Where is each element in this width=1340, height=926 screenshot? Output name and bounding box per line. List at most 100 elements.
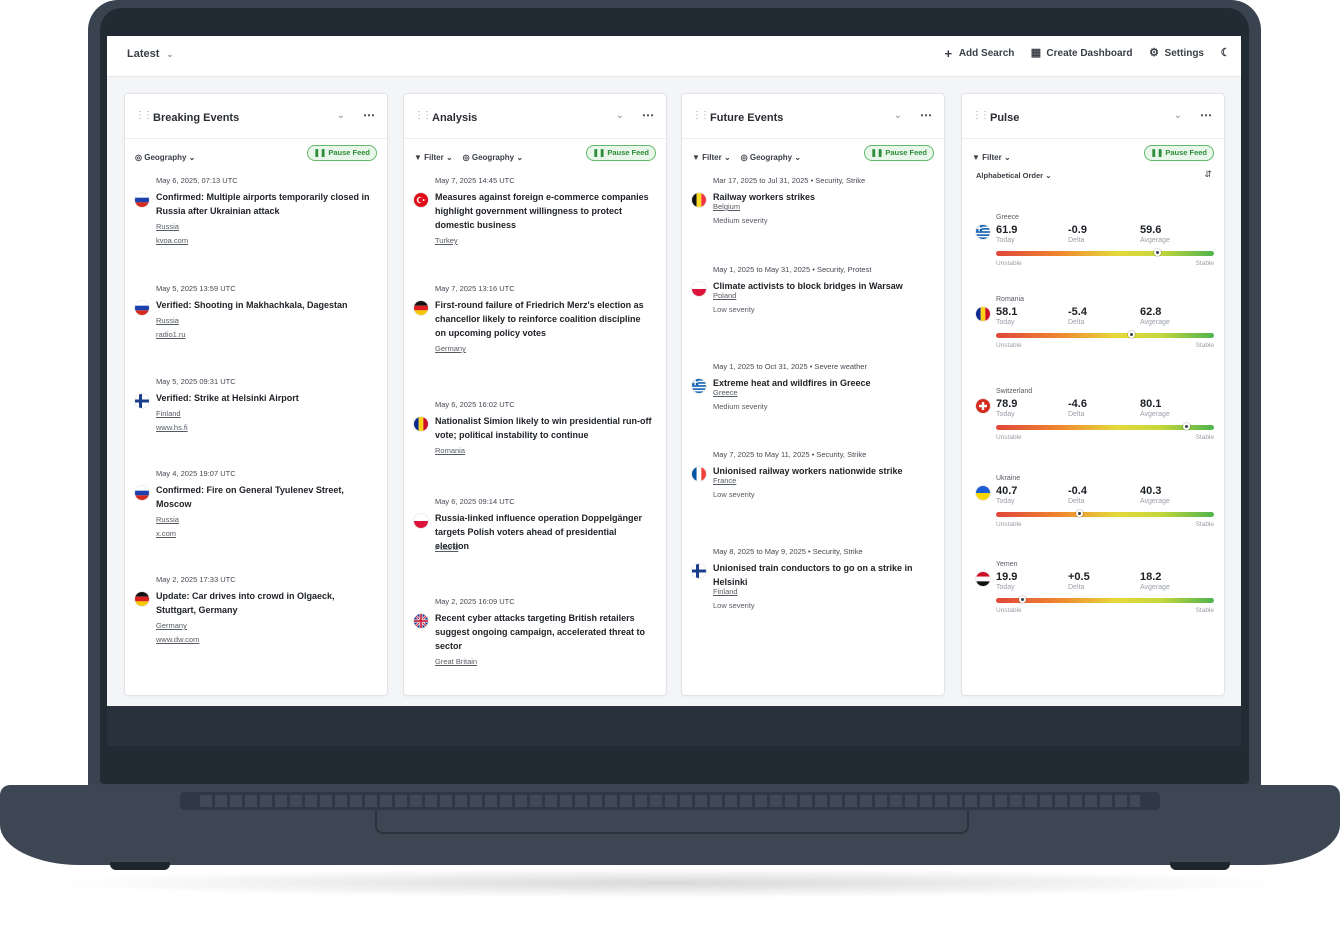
chevron-down-icon[interactable]: ⌄	[894, 110, 902, 121]
drag-handle-icon[interactable]: ⋮⋮	[972, 110, 990, 121]
pulse-delta-value: -5.4	[1068, 306, 1087, 318]
greece-flag-icon	[976, 225, 990, 239]
item-country-link[interactable]: Turkey	[435, 236, 458, 245]
view-selector[interactable]: Latest ⌄	[127, 48, 173, 60]
more-options-icon[interactable]: ⋯	[363, 108, 375, 122]
settings-label: Settings	[1164, 48, 1204, 59]
item-title[interactable]: Verified: Strike at Helsinki Airport	[156, 391, 373, 405]
pause-feed-button[interactable]: ❚❚ Pause Feed	[1143, 145, 1214, 161]
stable-label: Stable	[1195, 607, 1214, 614]
pulse-today-label: Today	[996, 411, 1015, 418]
item-title[interactable]: Climate activists to block bridges in Wa…	[713, 279, 930, 293]
pulse-country: Greece	[996, 214, 1019, 221]
item-date: Mar 17, 2025 to Jul 31, 2025 • Security,…	[713, 176, 866, 185]
pause-feed-button[interactable]: ❚❚ Pause Feed	[306, 145, 377, 161]
item-country-link[interactable]: Russia	[156, 515, 179, 524]
geography-filter[interactable]: ◎ Geography ⌄	[741, 153, 801, 162]
create-dashboard-button[interactable]: ▦ Create Dashboard	[1030, 47, 1133, 60]
geography-filter[interactable]: ◎ Geography ⌄	[135, 153, 195, 162]
item-source-link[interactable]: www.hs.fi	[156, 423, 188, 432]
item-title[interactable]: Nationalist Simion likely to win preside…	[435, 414, 652, 442]
sort-dropdown[interactable]: Alphabetical Order ⌄	[976, 171, 1051, 180]
pause-feed-button[interactable]: ❚❚ Pause Feed	[863, 145, 934, 161]
item-date: May 7, 2025 14:45 UTC	[435, 176, 515, 185]
chevron-down-icon: ⌄	[166, 50, 174, 59]
drag-handle-icon[interactable]: ⋮⋮	[135, 110, 153, 121]
filter-dropdown[interactable]: ▼ Filter ⌄	[414, 153, 453, 162]
panel-title: Pulse	[990, 112, 1020, 124]
item-country-link[interactable]: Russia	[156, 222, 179, 231]
pulse-today-value: 61.9	[996, 224, 1018, 236]
pause-feed-label: Pause Feed	[885, 148, 927, 157]
item-country-link[interactable]: Greece	[713, 388, 738, 397]
item-country-link[interactable]: Romania	[435, 446, 465, 455]
item-country-link[interactable]: France	[713, 476, 736, 485]
item-country-link[interactable]: Poland	[713, 291, 736, 300]
item-title[interactable]: Confirmed: Fire on General Tyulenev Stre…	[156, 483, 373, 511]
item-title[interactable]: Russia-linked influence operation Doppel…	[435, 511, 652, 553]
stability-bar	[996, 596, 1214, 603]
item-country-link[interactable]: Finland	[156, 409, 181, 418]
chevron-down-icon[interactable]: ⌄	[616, 110, 624, 121]
dark-mode-toggle[interactable]: ☾	[1220, 48, 1231, 59]
greece-flag-icon	[692, 379, 706, 393]
item-source-link[interactable]: x.com	[156, 529, 176, 538]
item-title[interactable]: Unionised railway workers nationwide str…	[713, 464, 930, 478]
item-country-link[interactable]: Germany	[435, 344, 466, 353]
globe-icon: ◎	[740, 152, 748, 162]
pulse-average-label: Avgerage	[1140, 411, 1170, 418]
item-date: May 2, 2025 16:09 UTC	[435, 597, 515, 606]
yemen-flag-icon	[976, 572, 990, 586]
item-date: May 7, 2025 13:16 UTC	[435, 284, 515, 293]
dashboard-icon: ▦	[1030, 47, 1042, 59]
item-title[interactable]: Verified: Shooting in Makhachkala, Dages…	[156, 298, 373, 312]
more-options-icon[interactable]: ⋯	[642, 108, 654, 122]
item-country-link[interactable]: Russia	[156, 316, 179, 325]
filter-dropdown[interactable]: ▼ Filter ⌄	[972, 153, 1011, 162]
chevron-down-icon[interactable]: ⌄	[337, 110, 345, 121]
analysis-panel: ⋮⋮ Analysis ⌄ ⋯ ▼ Filter ⌄ ◎ Geography ⌄…	[403, 93, 667, 696]
item-source-link[interactable]: radio1.ru	[156, 330, 186, 339]
item-title[interactable]: Update: Car drives into crowd in Olgaeck…	[156, 589, 373, 617]
item-title[interactable]: Railway workers strikes	[713, 190, 930, 204]
item-title[interactable]: Recent cyber attacks targeting British r…	[435, 611, 652, 653]
add-search-button[interactable]: + Add Search	[943, 47, 1015, 60]
filter-dropdown-label: Filter	[982, 152, 1002, 162]
pause-feed-button[interactable]: ❚❚ Pause Feed	[585, 145, 656, 161]
stability-bar	[996, 510, 1214, 517]
geography-filter[interactable]: ◎ Geography ⌄	[463, 153, 523, 162]
pulse-average-label: Avgerage	[1140, 237, 1170, 244]
item-date: May 5, 2025 13:59 UTC	[156, 284, 236, 293]
item-title[interactable]: First-round failure of Friedrich Merz's …	[435, 298, 652, 340]
item-date: May 6, 2025 16:02 UTC	[435, 400, 515, 409]
drag-handle-icon[interactable]: ⋮⋮	[414, 110, 432, 121]
unstable-label: Unstable	[996, 260, 1022, 267]
stable-label: Stable	[1195, 260, 1214, 267]
item-severity: Low severity	[713, 490, 755, 499]
item-country-link[interactable]: Belgium	[713, 202, 740, 211]
more-options-icon[interactable]: ⋯	[1200, 108, 1212, 122]
sort-toggle-icon[interactable]: ⇵	[1204, 169, 1212, 180]
settings-button[interactable]: ⚙ Settings	[1149, 48, 1204, 60]
item-title[interactable]: Extreme heat and wildfires in Greece	[713, 376, 930, 390]
pause-feed-label: Pause Feed	[1165, 148, 1207, 157]
stability-marker	[1075, 510, 1083, 517]
item-country-link[interactable]: Great Britain	[435, 657, 477, 666]
item-date: May 5, 2025 09:31 UTC	[156, 377, 236, 386]
pulse-average-value: 62.8	[1140, 306, 1162, 318]
drag-handle-icon[interactable]: ⋮⋮	[692, 110, 710, 121]
item-source-link[interactable]: kvoa.com	[156, 236, 188, 245]
item-country-link[interactable]: Finland	[713, 587, 738, 596]
item-title[interactable]: Measures against foreign e-commerce comp…	[435, 190, 652, 232]
item-title[interactable]: Confirmed: Multiple airports temporarily…	[156, 190, 373, 218]
item-date: May 4, 2025 19:07 UTC	[156, 469, 236, 478]
filter-dropdown[interactable]: ▼ Filter ⌄	[692, 153, 731, 162]
chevron-down-icon[interactable]: ⌄	[1174, 110, 1182, 121]
item-title[interactable]: Unionised train conductors to go on a st…	[713, 561, 930, 589]
item-source-link[interactable]: www.dw.com	[156, 635, 199, 644]
item-country-link[interactable]: Germany	[156, 621, 187, 630]
finland-flag-icon	[135, 394, 149, 408]
more-options-icon[interactable]: ⋯	[920, 108, 932, 122]
poland-flag-icon	[692, 282, 706, 296]
item-country-link[interactable]: Poland	[435, 543, 458, 552]
